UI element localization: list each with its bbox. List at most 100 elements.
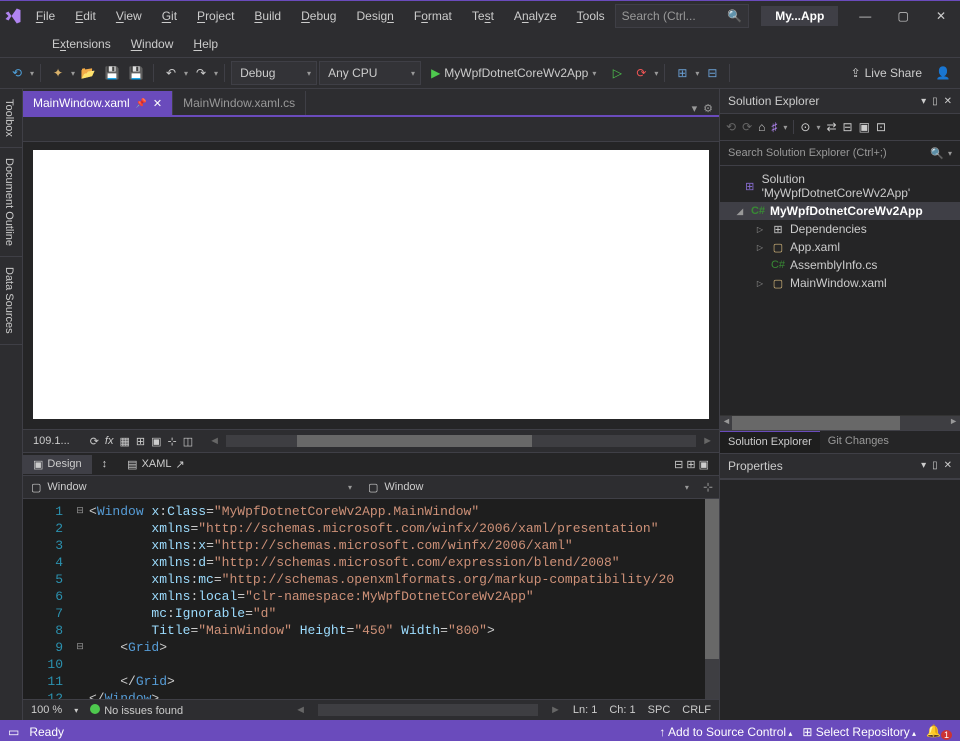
tab-mainwindow-xaml-cs[interactable]: MainWindow.xaml.cs — [173, 91, 306, 115]
app-name-button[interactable]: My...App — [761, 6, 838, 26]
switch-views-icon[interactable]: ♯ — [771, 120, 777, 134]
maximize-button[interactable]: ▢ — [884, 1, 922, 31]
select-repo[interactable]: ⊞ Select Repository ▴ — [802, 725, 916, 739]
start-nodebug-icon[interactable]: ▷ — [606, 62, 628, 84]
solution-hscroll[interactable]: ◄ ► — [720, 415, 960, 430]
refresh-icon[interactable]: ⟳ — [90, 435, 99, 448]
collapse-icon[interactable]: ⊟ — [843, 120, 853, 134]
open-icon[interactable]: 📂 — [77, 62, 99, 84]
search-box[interactable]: Search (Ctrl... 🔍 — [615, 4, 750, 28]
refresh-icon[interactable]: ⇄ — [826, 120, 836, 134]
tab-dropdown-icon[interactable]: ▾ — [692, 102, 698, 115]
swap-panes-icon[interactable]: ↕ — [92, 455, 118, 473]
back-nav-icon[interactable]: ⟲ — [6, 62, 28, 84]
fx-icon[interactable]: fx — [105, 435, 114, 447]
menu-git[interactable]: Git — [152, 3, 187, 29]
dropdown-icon[interactable]: ▾ — [921, 96, 926, 107]
sync-icon[interactable]: ⊙ — [800, 120, 810, 134]
save-icon[interactable]: 💾 — [101, 62, 123, 84]
menu-view[interactable]: View — [106, 3, 152, 29]
menu-debug[interactable]: Debug — [291, 3, 346, 29]
design-tab[interactable]: ▣ Design — [23, 455, 92, 474]
collapse-icon[interactable]: ▣ — [699, 458, 709, 471]
output-icon[interactable]: ▭ — [8, 725, 19, 739]
live-share-button[interactable]: ⇪ Live Share — [843, 62, 930, 84]
menu-help[interactable]: Help — [183, 31, 228, 57]
mainwindow-xaml-node[interactable]: ▷▢ MainWindow.xaml — [720, 274, 960, 292]
menu-build[interactable]: Build — [244, 3, 291, 29]
dock-icon[interactable]: ◫ — [183, 435, 193, 448]
notifications[interactable]: 🔔1 — [926, 724, 952, 740]
vscroll[interactable] — [705, 499, 719, 699]
code-content[interactable]: <Window x:Class="MyWpfDotnetCoreWv2App.M… — [89, 499, 705, 699]
hot-reload-icon[interactable]: ⟳ — [630, 62, 652, 84]
solution-node[interactable]: ⊞ Solution 'MyWpfDotnetCoreWv2App' — [720, 170, 960, 202]
guide-icon[interactable]: ⊹ — [168, 435, 177, 448]
pin-icon[interactable]: 📌 — [136, 98, 147, 109]
fwd-icon[interactable]: ⟳ — [742, 120, 752, 134]
menu-project[interactable]: Project — [187, 3, 244, 29]
close-panel-icon[interactable]: ✕ — [944, 96, 952, 107]
solution-explorer-header[interactable]: Solution Explorer ▾ ▯ ✕ — [720, 89, 960, 114]
dropdown-icon[interactable]: ▾ — [921, 460, 926, 471]
add-source-control[interactable]: ↑ Add to Source Control ▴ — [659, 725, 792, 739]
save-all-icon[interactable]: 💾 — [125, 62, 147, 84]
xaml-tab[interactable]: ▤ XAML ↗ — [117, 455, 195, 474]
split-editor-icon[interactable]: ⊹ — [697, 480, 719, 494]
line-col[interactable]: Ln: 1 — [573, 704, 597, 716]
vs-logo[interactable] — [0, 1, 26, 31]
menu-extensions[interactable]: Extensions — [42, 31, 121, 57]
undo-icon[interactable]: ↶ — [160, 62, 182, 84]
account-icon[interactable]: 👤 — [932, 62, 954, 84]
assemblyinfo-node[interactable]: C# AssemblyInfo.cs — [720, 256, 960, 274]
tab-solution-explorer[interactable]: Solution Explorer — [720, 431, 820, 453]
config-dropdown[interactable]: Debug — [231, 61, 317, 85]
hscroll-thumb[interactable] — [297, 435, 532, 447]
issues-text[interactable]: No issues found — [104, 705, 183, 717]
show-all-icon[interactable]: ▣ — [859, 120, 870, 134]
rail-doc-outline[interactable]: Document Outline — [0, 148, 22, 257]
rail-toolbox[interactable]: Toolbox — [0, 89, 22, 148]
menu-window[interactable]: Window — [121, 31, 184, 57]
new-icon[interactable]: ✦ — [47, 62, 69, 84]
close-tab-icon[interactable]: ✕ — [153, 97, 162, 110]
menu-edit[interactable]: Edit — [65, 3, 106, 29]
toolbar-icon-2[interactable]: ⊟ — [701, 62, 723, 84]
breadcrumb-right[interactable]: ▢ Window — [360, 481, 685, 494]
dependencies-node[interactable]: ▷⊞ Dependencies — [720, 220, 960, 238]
project-node[interactable]: ◢C# MyWpfDotnetCoreWv2App — [720, 202, 960, 220]
fold-gutter[interactable]: ⊟⊟ — [71, 499, 89, 699]
redo-icon[interactable]: ↷ — [190, 62, 212, 84]
design-canvas[interactable] — [33, 150, 709, 419]
props-icon[interactable]: ⊡ — [876, 120, 886, 134]
menu-analyze[interactable]: Analyze — [504, 3, 567, 29]
platform-dropdown[interactable]: Any CPU — [319, 61, 421, 85]
properties-panel[interactable] — [720, 479, 960, 721]
menu-tools[interactable]: Tools — [567, 3, 615, 29]
home-icon[interactable]: ⌂ — [758, 120, 765, 134]
menu-format[interactable]: Format — [404, 3, 462, 29]
rail-data-sources[interactable]: Data Sources — [0, 257, 22, 345]
app-xaml-node[interactable]: ▷▢ App.xaml — [720, 238, 960, 256]
popout-icon[interactable]: ↗ — [176, 458, 185, 471]
editor-zoom[interactable]: 100 % — [31, 704, 62, 716]
start-debug-button[interactable]: ▶ MyWpfDotnetCoreWv2App ▾ — [423, 62, 604, 84]
menu-design[interactable]: Design — [346, 3, 403, 29]
grid-icon[interactable]: ▦ — [119, 435, 129, 448]
editor-hscroll[interactable] — [318, 704, 538, 716]
toolbar-icon-1[interactable]: ⊞ — [671, 62, 693, 84]
menu-file[interactable]: File — [26, 3, 65, 29]
breadcrumb-left[interactable]: ▢ Window — [23, 481, 348, 494]
menu-test[interactable]: Test — [462, 3, 504, 29]
minimize-button[interactable]: — — [846, 1, 884, 31]
pin-icon[interactable]: ▯ — [932, 96, 938, 107]
tab-gear-icon[interactable]: ⚙ — [703, 102, 713, 115]
split-v-icon[interactable]: ⊞ — [686, 458, 695, 471]
code-editor[interactable]: 123456789101112 ⊟⊟ <Window x:Class="MyWp… — [23, 499, 719, 699]
snap-icon[interactable]: ⊞ — [136, 435, 145, 448]
pin-icon[interactable]: ▯ — [932, 460, 938, 471]
layout-icon[interactable]: ▣ — [151, 435, 161, 448]
close-button[interactable]: ✕ — [922, 1, 960, 31]
close-panel-icon[interactable]: ✕ — [944, 460, 952, 471]
zoom-level[interactable]: 109.1... — [23, 432, 80, 450]
